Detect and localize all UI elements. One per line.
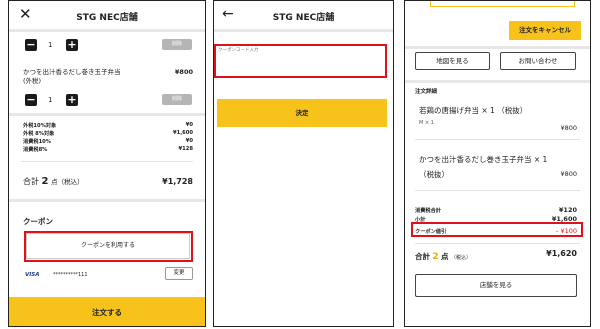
highlight-box [411,222,583,237]
item-name: 若鶏の唐揚げ弁当 × 1 （税抜） [419,106,528,115]
total-count: 2 [41,176,49,187]
cart-screen: ✕ STG NEC店舗 − 1 + 削除 かつを出汁香るだし巻き玉子弁当 (外税… [8,0,206,327]
delete-button[interactable]: 削除 [162,94,192,105]
confirm-button[interactable]: 決定 [217,99,387,127]
summary-value: ¥128 [178,146,193,152]
divider [415,190,580,191]
change-card-button[interactable]: 変更 [165,267,193,280]
details-heading: 注文詳細 [415,89,438,95]
total-note: （税込） [450,255,471,261]
divider [415,243,580,244]
item-option: M × 1 [419,120,434,126]
order-detail-screen: 注文をキャンセル 地図を見る お問い合わせ 注文詳細 若鶏の唐揚げ弁当 × 1 … [404,0,591,327]
view-store-button[interactable]: 店舗を見る [415,274,577,297]
divider [405,80,590,83]
status-bar [430,1,575,7]
plus-icon[interactable]: + [66,39,78,51]
item-price: ¥800 [174,68,193,76]
total-value: ¥1,728 [162,177,193,186]
minus-icon[interactable]: − [25,94,37,106]
divider [9,199,205,202]
highlight-box [24,231,193,262]
total-value: ¥1,620 [546,249,577,258]
coupon-header: ← STG NEC店舗 [214,1,393,31]
divider [415,139,580,140]
item-name: かつを出汁香るだし巻き玉子弁当 × 1 [419,155,548,164]
total-prefix: 合計 [23,177,39,186]
divider [214,29,393,32]
total-label: 合計 2 点 （税込） [415,251,471,262]
quantity-value: 1 [48,96,53,104]
total-label: 合計 2 点（税込） [23,176,84,187]
divider [9,113,205,116]
item-price: ¥800 [560,124,577,132]
coupon-heading: クーポン [23,217,53,226]
total-suffix: 点（税込） [51,178,84,186]
store-title: STG NEC店舗 [76,13,138,23]
quantity-value: 1 [48,41,53,49]
item-price: ¥800 [560,170,577,178]
contact-button[interactable]: お問い合わせ [500,52,576,70]
tax-total-value: ¥120 [558,206,577,214]
total-prefix: 合計 [415,252,430,261]
tax-total-label: 消費税合計 [415,208,441,214]
summary-label: 消費税8% [23,147,48,153]
plus-icon[interactable]: + [66,94,78,106]
highlight-box [214,44,387,78]
coupon-screen: ← STG NEC店舗 クーポンコード入力 決定 [213,0,394,327]
item-tax-note: （税抜） [419,170,449,179]
total-suffix: 点 [441,252,449,261]
summary-value: ¥0 [185,138,193,144]
store-title: STG NEC店舗 [272,13,335,23]
divider [21,161,193,162]
summary-label: 外税10%対象 [23,123,57,129]
cart-header: ✕ STG NEC店舗 [9,1,205,31]
divider [9,29,205,32]
order-button[interactable]: 注文する [9,297,205,326]
map-button[interactable]: 地図を見る [415,52,490,70]
summary-value: ¥0 [185,122,193,128]
delete-button[interactable]: 削除 [162,39,192,50]
summary-label: 消費税10% [23,139,51,145]
summary-value: ¥1,600 [172,130,193,136]
item-name: かつを出汁香るだし巻き玉子弁当 (外税) [23,68,121,85]
visa-logo: VISA [25,272,40,278]
minus-icon[interactable]: − [25,39,37,51]
total-count: 2 [432,252,439,262]
divider [405,46,590,49]
summary-label: 外税 8%対象 [23,131,55,137]
card-number: **********111 [53,272,88,278]
cancel-order-button[interactable]: 注文をキャンセル [509,21,581,40]
